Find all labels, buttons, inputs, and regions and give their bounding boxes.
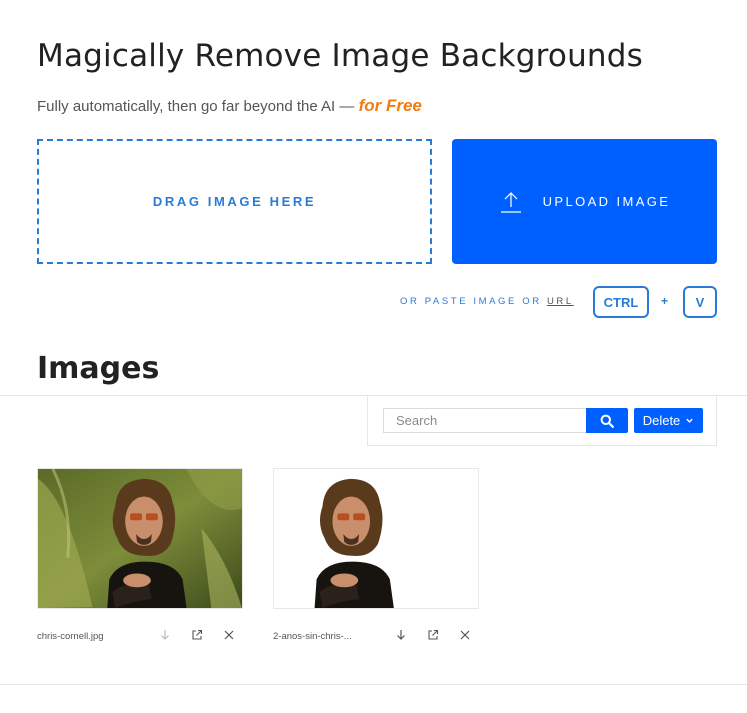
images-toolbar: Delete [367,396,717,446]
image-card[interactable] [273,468,479,609]
ctrl-key-badge: CTRL [593,286,649,318]
upload-icon [500,191,521,213]
image-thumbnail[interactable] [38,469,242,608]
page-subtitle: Fully automatically, then go far beyond … [37,96,422,116]
dropzone-label: DRAG IMAGE HERE [152,194,317,209]
drag-drop-zone[interactable]: DRAG IMAGE HERE [37,139,432,264]
upload-button-label: UPLOAD IMAGE [542,194,671,209]
page-title: Magically Remove Image Backgrounds [37,38,643,74]
search-icon [600,414,614,428]
open-external-icon[interactable] [190,628,204,642]
v-key-badge: V [683,286,717,318]
images-heading: Images [37,351,160,386]
search-input[interactable] [383,408,586,433]
subtitle-text: Fully automatically, then go far beyond … [37,98,355,115]
open-external-icon[interactable] [426,628,440,642]
footer-divider [0,684,747,685]
page: Magically Remove Image Backgrounds Fully… [0,0,747,713]
download-icon[interactable] [394,628,408,642]
close-icon[interactable] [222,628,236,642]
image-filename: 2-anos-sin-chris-... [273,631,352,642]
paste-text: OR PASTE IMAGE OR [400,296,542,307]
download-icon[interactable] [158,628,172,642]
delete-label: Delete [642,413,681,428]
image-thumbnail[interactable] [274,469,478,608]
key-plus-sign: + [661,294,669,308]
paste-url-link[interactable]: URL [547,296,574,307]
close-icon[interactable] [458,628,472,642]
search-button[interactable] [586,408,628,433]
subtitle-emphasis: for Free [358,96,422,115]
paste-hint: OR PASTE IMAGE OR URL [400,296,574,307]
chevron-down-icon [686,418,693,423]
upload-image-button[interactable]: UPLOAD IMAGE [452,139,717,264]
image-filename: chris-cornell.jpg [37,631,104,642]
delete-dropdown-button[interactable]: Delete [634,408,703,433]
image-card[interactable] [37,468,243,609]
